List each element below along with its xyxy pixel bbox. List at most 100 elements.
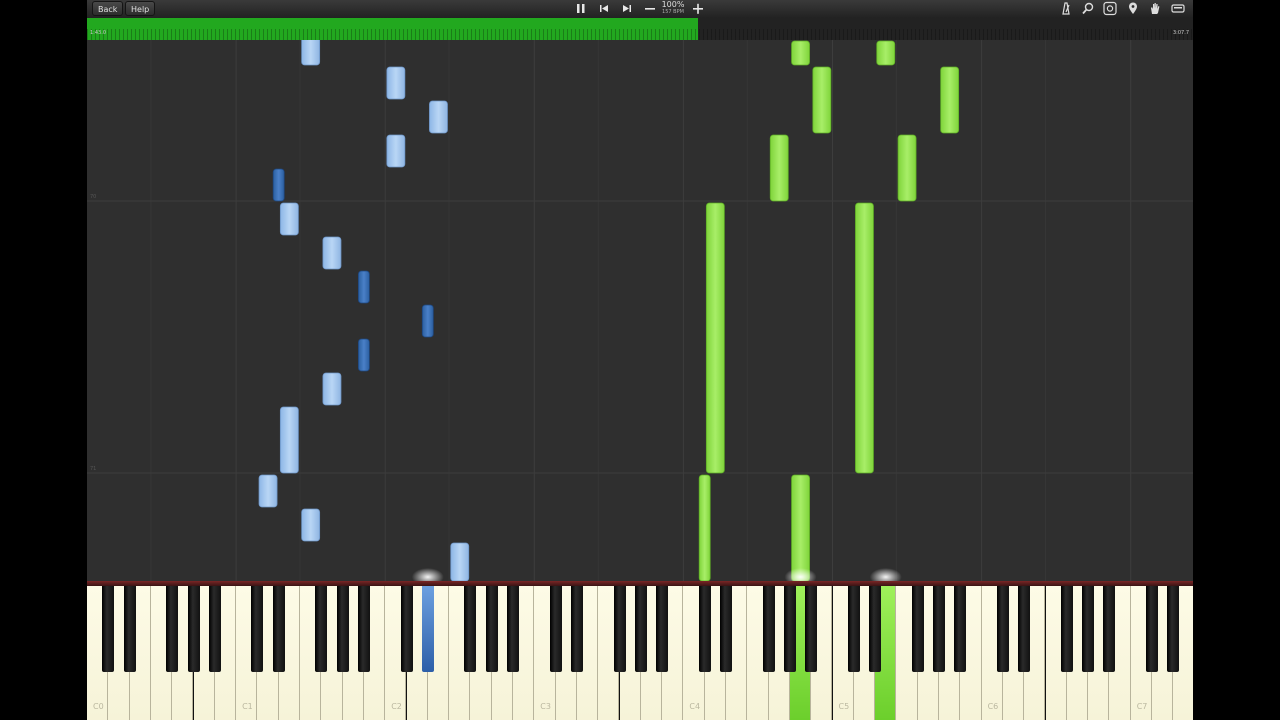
black-key-csharp1[interactable]	[251, 586, 264, 672]
black-key-gsharp1[interactable]	[336, 586, 349, 672]
key-strike-glow	[869, 568, 902, 581]
left-hand-note	[386, 134, 406, 168]
left-hand-note	[357, 270, 370, 304]
octave-label: C3	[540, 702, 551, 711]
left-hand-note	[421, 304, 434, 338]
top-toolbar: Back Help 100% 157 BPM	[87, 0, 1193, 18]
left-hand-note	[322, 236, 342, 270]
right-hand-note	[855, 202, 874, 474]
octave-label: C4	[689, 702, 701, 711]
black-key-fsharp1[interactable]	[315, 586, 328, 672]
help-button[interactable]: Help	[125, 1, 156, 16]
keyboard-icon[interactable]	[1170, 1, 1186, 16]
left-hand-note	[272, 168, 285, 202]
black-key-dsharp5[interactable]	[869, 586, 882, 672]
octave-label: C6	[987, 702, 999, 711]
left-hand-note	[301, 508, 321, 542]
elapsed-time: 1:43.0	[90, 30, 106, 36]
black-key-dsharp4[interactable]	[720, 586, 732, 672]
falling-notes-roll: 71 70	[87, 40, 1193, 581]
left-hand-note	[301, 40, 321, 66]
black-key-dsharp2[interactable]	[421, 586, 434, 672]
black-key-asharp0[interactable]	[208, 586, 221, 672]
black-key-dsharp6[interactable]	[1018, 586, 1031, 672]
total-time: 3:07.7	[1173, 30, 1189, 36]
black-key-dsharp1[interactable]	[272, 586, 285, 672]
octave-label: C2	[391, 702, 402, 711]
settings-icon[interactable]	[1102, 1, 1118, 16]
right-hand-note	[791, 40, 810, 66]
black-key-gsharp4[interactable]	[783, 586, 796, 672]
black-key-csharp6[interactable]	[996, 586, 1009, 672]
hand-icon[interactable]	[1147, 1, 1163, 16]
song-progress-bar[interactable]: 1:43.0 3:07.7	[87, 18, 1193, 40]
black-key-fsharp0[interactable]	[166, 586, 179, 672]
black-key-asharp3[interactable]	[656, 586, 669, 672]
left-hand-note	[386, 66, 406, 100]
previous-icon[interactable]	[596, 1, 612, 16]
left-hand-note	[322, 372, 342, 406]
key-strike-glow	[784, 568, 817, 581]
black-key-asharp5[interactable]	[954, 586, 967, 672]
black-key-asharp4[interactable]	[805, 586, 818, 672]
black-key-fsharp5[interactable]	[911, 586, 924, 672]
right-hand-note	[940, 66, 960, 134]
note-roll-canvas: 71 70	[87, 40, 1193, 581]
key-strike-glow	[411, 568, 444, 581]
piano-keyboard[interactable]: C0 C1 C2 C3 C4 C5 C6 C7	[87, 581, 1193, 720]
left-hand-note	[279, 406, 299, 474]
left-hand-note	[357, 338, 370, 372]
measure-number: 70	[90, 194, 96, 200]
black-key-csharp0[interactable]	[102, 586, 115, 672]
zoom-percent: 100%	[661, 0, 685, 9]
octave-label: C5	[838, 702, 850, 711]
right-hand-note	[705, 202, 725, 474]
left-hand-note	[279, 202, 299, 236]
black-key-dsharp0[interactable]	[123, 586, 136, 672]
metronome-icon[interactable]	[1058, 1, 1074, 16]
black-key-gsharp2[interactable]	[485, 586, 498, 672]
next-icon[interactable]	[619, 1, 635, 16]
zoom-in-icon[interactable]	[690, 1, 706, 16]
right-hand-note	[769, 134, 789, 202]
right-hand-note	[698, 474, 711, 581]
black-key-csharp3[interactable]	[549, 586, 562, 672]
black-key-dsharp3[interactable]	[570, 586, 583, 672]
black-key-fsharp2[interactable]	[464, 586, 477, 672]
black-key-csharp7[interactable]	[1146, 586, 1158, 672]
progress-ticks	[87, 29, 1193, 40]
black-key-fsharp4[interactable]	[762, 586, 775, 672]
black-key-dsharp7[interactable]	[1167, 586, 1180, 672]
zoom-out-icon[interactable]	[642, 1, 658, 16]
black-key-csharp2[interactable]	[400, 586, 413, 672]
tempo-readout: 157 BPM	[662, 9, 684, 15]
black-key-gsharp0[interactable]	[187, 586, 200, 672]
octave-label: C7	[1136, 702, 1148, 711]
black-key-fsharp3[interactable]	[613, 586, 626, 672]
zoom-readout: 100% 157 BPM	[660, 0, 686, 15]
pause-icon[interactable]	[573, 1, 589, 16]
octave-label: C0	[93, 702, 104, 711]
black-key-gsharp5[interactable]	[933, 586, 945, 672]
black-key-asharp2[interactable]	[507, 586, 519, 672]
black-key-gsharp3[interactable]	[634, 586, 647, 672]
back-button[interactable]: Back	[92, 1, 124, 16]
left-hand-note	[429, 100, 448, 134]
octave-label: C1	[242, 702, 253, 711]
right-hand-note	[812, 66, 832, 134]
black-key-gsharp6[interactable]	[1082, 586, 1095, 672]
search-icon[interactable]	[1080, 1, 1096, 16]
measure-number: 71	[90, 466, 96, 472]
right-hand-note	[897, 134, 917, 202]
synthesia-window: Back Help 100% 157 BPM 1:43.0 3:07.7 71 …	[87, 0, 1193, 720]
black-key-csharp5[interactable]	[847, 586, 860, 672]
black-key-fsharp6[interactable]	[1060, 586, 1073, 672]
black-key-csharp4[interactable]	[698, 586, 711, 672]
marker-icon[interactable]	[1125, 1, 1141, 16]
right-hand-note	[791, 474, 810, 581]
left-hand-note	[450, 542, 470, 581]
black-key-asharp1[interactable]	[357, 586, 370, 672]
left-hand-note	[258, 474, 278, 508]
black-key-asharp6[interactable]	[1103, 586, 1116, 672]
right-hand-note	[876, 40, 896, 66]
